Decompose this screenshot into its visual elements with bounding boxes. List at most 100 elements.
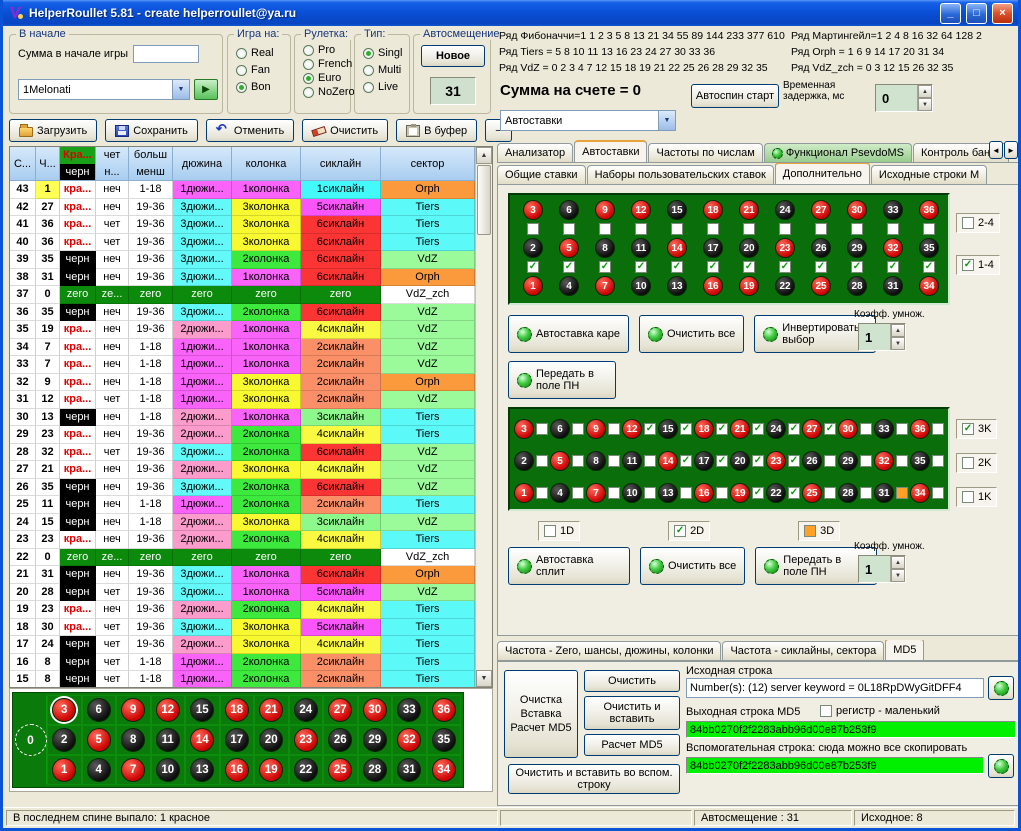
game-option-fan[interactable]: Fan [236, 64, 274, 76]
bet-number-chip[interactable]: 17 [703, 238, 723, 258]
bet-checkbox[interactable]: ✓ [887, 261, 899, 273]
side-check-1K[interactable]: 1K [956, 487, 997, 507]
bet-checkbox[interactable]: ✓ [824, 423, 836, 435]
bet-checkbox[interactable] [563, 223, 575, 235]
spinner-up-icon[interactable]: ▲ [891, 556, 905, 569]
bottom-tab-3[interactable]: MD5 [885, 640, 924, 660]
bet-checkbox[interactable] [932, 423, 944, 435]
column-header-6[interactable]: дюжина [173, 147, 232, 181]
bet-number-chip[interactable]: 25 [802, 483, 822, 503]
bet-number-chip[interactable]: 30 [838, 419, 858, 439]
board-cell[interactable]: 17 [220, 725, 255, 755]
board-cell[interactable]: 30 [358, 695, 393, 725]
board-cell[interactable]: 12 [151, 695, 186, 725]
bet-checkbox[interactable]: ✓ [680, 455, 692, 467]
md5-case-option[interactable]: регистр - маленький [820, 705, 940, 717]
bet-number-chip[interactable]: 34 [910, 483, 930, 503]
bet-checkbox[interactable] [962, 217, 974, 229]
bet-checkbox[interactable] [860, 455, 872, 467]
preset-combobox[interactable]: 1Melonati ▼ [18, 79, 190, 100]
bet-number-chip[interactable]: 29 [838, 451, 858, 471]
board-cell[interactable]: 26 [323, 725, 358, 755]
bet-number-chip[interactable]: 15 [658, 419, 678, 439]
number-chip[interactable]: 35 [432, 728, 456, 752]
number-chip[interactable]: 5 [87, 728, 111, 752]
game-option-real[interactable]: Real [236, 47, 274, 59]
bet-checkbox[interactable] [932, 455, 944, 467]
bet-number-chip[interactable]: 24 [766, 419, 786, 439]
close-button[interactable]: × [992, 3, 1013, 24]
bet-number-chip[interactable]: 35 [910, 451, 930, 471]
column-header-1[interactable]: С... [10, 147, 36, 181]
table-row[interactable]: 2923кра...неч19-362дюжи...2колонка4сикла… [10, 426, 475, 444]
table-row[interactable]: 3635черннеч19-363дюжи...2колонка6сиклайн… [10, 304, 475, 322]
table-row[interactable]: 3013черннеч1-182дюжи...1колонка3сиклайнT… [10, 409, 475, 427]
board-cell[interactable]: 31 [392, 755, 427, 785]
table-row[interactable]: 370zeroze...zerozerozerozeroVdZ_zch [10, 286, 475, 304]
number-chip[interactable]: 27 [328, 698, 352, 722]
md5-paste-aux-button[interactable]: Очистить и вставить во вспом. строку [508, 764, 680, 794]
board-cell[interactable]: 4 [82, 755, 117, 785]
number-chip[interactable]: 9 [121, 698, 145, 722]
bet-number-chip[interactable]: 14 [658, 451, 678, 471]
board-cell[interactable]: 24 [289, 695, 324, 725]
type-option-singl[interactable]: Singl [363, 47, 402, 59]
bet-checkbox[interactable] [608, 487, 620, 499]
bet-number-chip[interactable]: 10 [631, 276, 651, 296]
bet-checkbox[interactable]: ✓ [962, 259, 974, 271]
bet-checkbox[interactable]: ✓ [923, 261, 935, 273]
main-tab-4[interactable]: Функционал PsevdoMS [764, 143, 912, 162]
bet-number-chip[interactable]: 10 [622, 483, 642, 503]
bet-number-chip[interactable]: 24 [775, 200, 795, 220]
table-row[interactable]: 168чернчет1-181дюжи...2колонка2сиклайнTi… [10, 654, 475, 672]
type-option-live[interactable]: Live [363, 81, 402, 93]
number-chip[interactable]: 13 [190, 758, 214, 782]
bet-checkbox[interactable] [572, 455, 584, 467]
table-row[interactable]: 2721кра...неч19-362дюжи...3колонка4сикла… [10, 461, 475, 479]
md5-source-input[interactable]: Number(s): (12) server keyword = 0L18RpD… [686, 678, 984, 698]
game-option-bon[interactable]: Bon [236, 81, 274, 93]
main-tab-3[interactable]: Частоты по числам [648, 143, 762, 162]
board-cell[interactable]: 25 [323, 755, 358, 785]
md5-action-button[interactable] [988, 676, 1014, 700]
column-header-2[interactable]: Ч... [36, 147, 60, 181]
bet-checkbox[interactable] [608, 455, 620, 467]
bet-checkbox[interactable]: ✓ [788, 455, 800, 467]
number-chip[interactable]: 2 [52, 728, 76, 752]
number-chip[interactable]: 30 [363, 698, 387, 722]
bet-number-chip[interactable]: 3 [514, 419, 534, 439]
number-chip[interactable]: 14 [190, 728, 214, 752]
minimize-button[interactable]: _ [940, 3, 961, 24]
bet-number-chip[interactable]: 13 [667, 276, 687, 296]
transfer-to-pn-button[interactable]: Передать в поле ПН [508, 361, 616, 399]
koeff-value[interactable]: 1 [859, 556, 890, 582]
board-cell[interactable]: 7 [116, 755, 151, 785]
bet-number-chip[interactable]: 1 [514, 483, 534, 503]
bet-number-chip[interactable]: 5 [559, 238, 579, 258]
spinner-down-icon[interactable]: ▼ [891, 569, 905, 582]
number-chip[interactable]: 11 [156, 728, 180, 752]
bet-number-chip[interactable]: 16 [703, 276, 723, 296]
number-chip[interactable]: 1 [52, 758, 76, 782]
number-chip[interactable]: 31 [397, 758, 421, 782]
spinner-up-icon[interactable]: ▲ [918, 85, 932, 98]
board-cell[interactable]: 27 [323, 695, 358, 725]
number-chip[interactable]: 22 [294, 758, 318, 782]
scrollbar-thumb[interactable] [477, 165, 491, 235]
main-tab-1[interactable]: Анализатор [497, 143, 573, 162]
bet-checkbox[interactable] [824, 487, 836, 499]
toolbar-load-button[interactable]: Загрузить [9, 119, 97, 142]
bet-checkbox[interactable]: ✓ [962, 423, 974, 435]
inner-tab-1[interactable]: Общие ставки [497, 165, 586, 184]
bet-checkbox[interactable]: ✓ [707, 261, 719, 273]
bet-checkbox[interactable]: ✓ [752, 487, 764, 499]
bottom-tab-2[interactable]: Частота - сиклайны, сектора [722, 641, 884, 660]
bet-number-chip[interactable]: 14 [667, 238, 687, 258]
board-cell[interactable]: 2 [47, 725, 82, 755]
bet-number-chip[interactable]: 11 [631, 238, 651, 258]
number-chip[interactable]: 19 [259, 758, 283, 782]
table-row[interactable]: 4036кра...чет19-363дюжи...3колонка6сикла… [10, 234, 475, 252]
board-cell[interactable]: 20 [254, 725, 289, 755]
bet-number-chip[interactable]: 29 [847, 238, 867, 258]
number-chip[interactable]: 29 [363, 728, 387, 752]
